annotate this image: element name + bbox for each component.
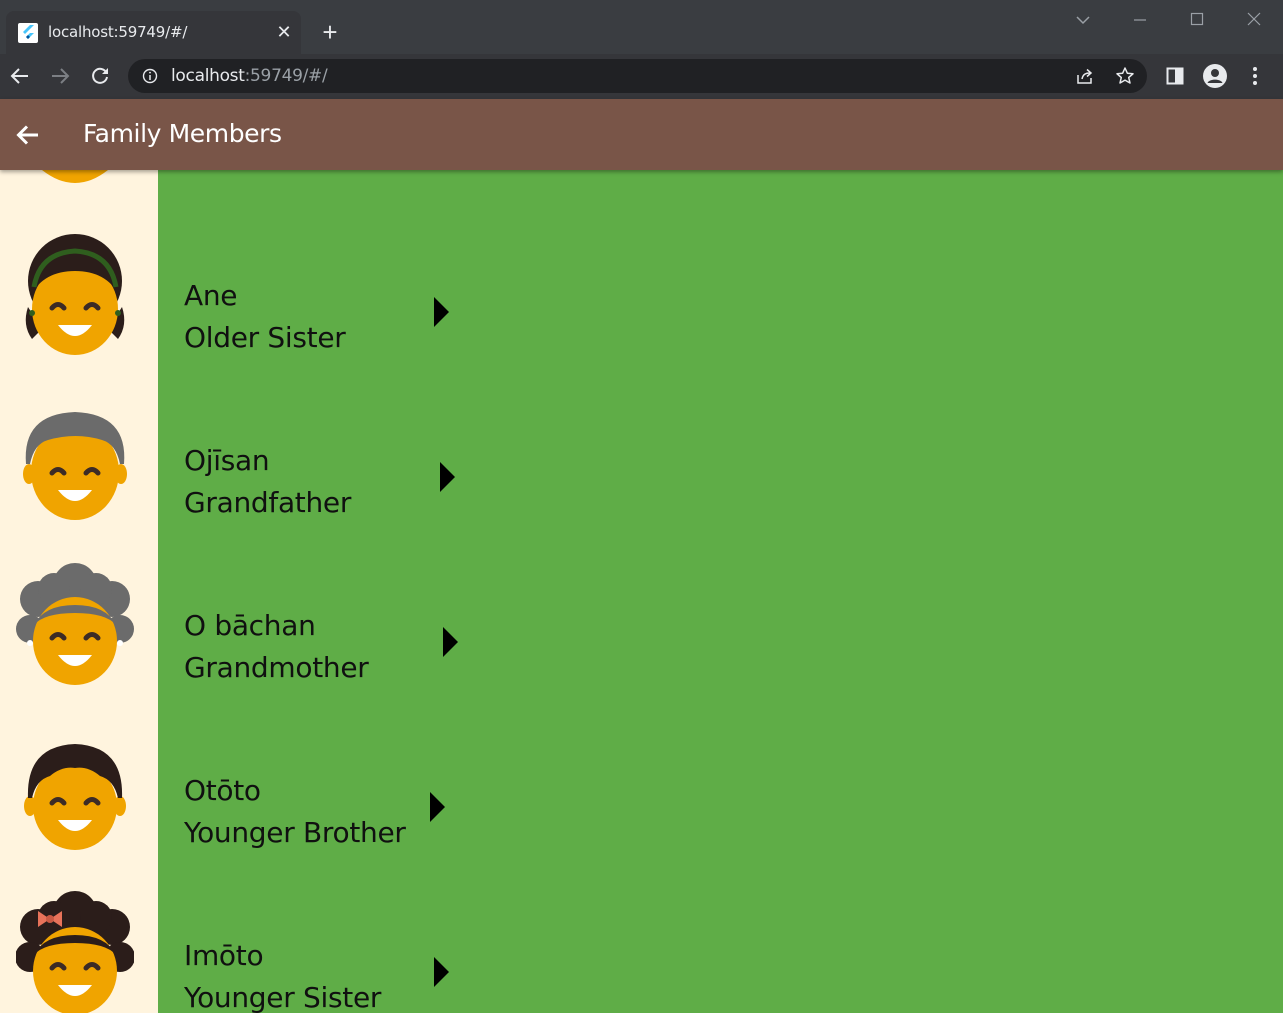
english-term: Grandfather (184, 486, 352, 519)
url-path: :59749/#/ (244, 66, 328, 86)
play-arrow-icon[interactable] (443, 627, 463, 657)
back-arrow-icon[interactable] (14, 121, 42, 149)
back-arrow-icon[interactable] (8, 64, 32, 88)
list-item[interactable]: Imōto Younger Sister (0, 852, 1283, 1013)
japanese-term: O bāchan (184, 609, 316, 642)
tab-title: localhost:59749/#/ (48, 23, 188, 41)
tab-search-icon[interactable] (1071, 8, 1095, 32)
english-term: Older Sister (184, 321, 346, 354)
side-panel-icon[interactable] (1163, 64, 1187, 88)
url-host: localhost (171, 66, 245, 86)
tab-close-icon[interactable]: ✕ (274, 22, 294, 42)
older-sister-avatar (16, 229, 134, 357)
japanese-term: Ojīsan (184, 444, 270, 477)
japanese-term: Ane (184, 279, 238, 312)
member-text: Imōto Younger Sister (184, 935, 381, 1013)
flutter-favicon-icon (18, 23, 38, 43)
previous-avatar-partial (40, 170, 110, 184)
list-item[interactable]: Otōto Younger Brother (0, 687, 1283, 852)
grandmother-avatar (16, 559, 134, 687)
play-arrow-icon[interactable] (434, 297, 454, 327)
url-text: localhost:59749/#/ (171, 66, 328, 86)
younger-brother-avatar (16, 724, 134, 852)
bookmark-star-icon[interactable] (1115, 66, 1135, 86)
grandfather-avatar (16, 394, 134, 522)
maximize-icon[interactable] (1185, 8, 1209, 32)
reload-icon[interactable] (88, 64, 112, 88)
play-arrow-icon[interactable] (430, 792, 450, 822)
japanese-term: Otōto (184, 774, 261, 807)
list-item[interactable]: Ojīsan Grandfather (0, 357, 1283, 522)
browser-tab[interactable]: localhost:59749/#/ ✕ (6, 11, 301, 54)
new-tab-icon[interactable]: + (318, 19, 342, 45)
member-text: Ane Older Sister (184, 275, 346, 359)
site-info-icon[interactable] (142, 68, 158, 84)
play-arrow-icon[interactable] (434, 957, 454, 987)
app-bar: Family Members (0, 99, 1283, 170)
page-title: Family Members (83, 119, 282, 148)
member-text: Ojīsan Grandfather (184, 440, 351, 524)
close-window-icon[interactable] (1242, 8, 1266, 32)
english-term: Younger Sister (184, 981, 382, 1013)
minimize-icon[interactable] (1128, 8, 1152, 32)
english-term: Grandmother (184, 651, 369, 684)
share-icon[interactable] (1075, 66, 1095, 86)
member-text: Otōto Younger Brother (184, 770, 406, 854)
list-item[interactable]: Ane Older Sister (0, 192, 1283, 357)
play-arrow-icon[interactable] (440, 462, 460, 492)
younger-sister-avatar (16, 889, 134, 1013)
address-bar[interactable]: localhost:59749/#/ (128, 59, 1147, 93)
browser-menu-icon[interactable] (1243, 64, 1267, 88)
browser-tab-bar: localhost:59749/#/ ✕ + (0, 0, 1283, 54)
japanese-term: Imōto (184, 939, 264, 972)
profile-avatar-icon[interactable] (1203, 64, 1227, 88)
forward-arrow-icon[interactable] (48, 64, 72, 88)
member-text: O bāchan Grandmother (184, 605, 369, 689)
family-members-list[interactable]: Ane Older Sister Ojīsan Grandfather O bā… (0, 170, 1283, 1013)
browser-toolbar: localhost:59749/#/ (0, 54, 1283, 99)
english-term: Younger Brother (184, 816, 406, 849)
list-item[interactable]: O bāchan Grandmother (0, 522, 1283, 687)
